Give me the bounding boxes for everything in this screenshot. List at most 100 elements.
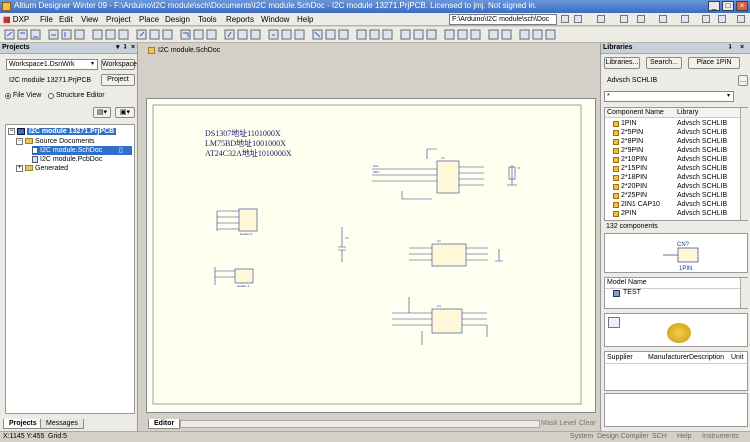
col-model-name[interactable]: Model Name xyxy=(607,279,647,286)
status-bar: X:1145 Y:455 Grid:5 System Design Compil… xyxy=(0,431,750,442)
component-row[interactable]: 2*10PIN Advsch SCHLIB xyxy=(605,156,745,165)
panel-close-icon[interactable]: × xyxy=(740,43,744,53)
print-icon[interactable] xyxy=(681,15,689,23)
menu-window[interactable]: Window xyxy=(261,15,289,24)
model-list-scrollbar[interactable] xyxy=(740,278,748,308)
home-icon[interactable] xyxy=(597,15,605,23)
project-doc-options-button[interactable]: ▤▾ xyxy=(93,107,111,118)
find-icon[interactable] xyxy=(718,15,726,23)
menu-design[interactable]: Design xyxy=(165,15,190,24)
menu-edit[interactable]: Edit xyxy=(59,15,73,24)
workspace-button[interactable]: Workspace xyxy=(101,59,137,70)
tab-projects[interactable]: Projects xyxy=(3,419,43,429)
project-options-button[interactable]: ▣▾ xyxy=(115,107,135,118)
toolbar xyxy=(0,27,750,43)
file-view-radio[interactable] xyxy=(5,93,11,99)
stop-icon[interactable] xyxy=(659,15,667,23)
workspace-dropdown[interactable]: Workspace1.DsnWrk xyxy=(6,59,98,70)
project-button[interactable]: Project xyxy=(101,74,135,86)
schematic-sheet[interactable]: SCL SDA U1 Y1 Header 4 Header 2 C1 U2 U3 DS130… xyxy=(146,98,596,413)
menu-tools[interactable]: Tools xyxy=(198,15,217,24)
tree-project[interactable]: − I2C module 13271.PrjPCB xyxy=(8,127,117,136)
document-tab[interactable]: I2C module.SchDoc xyxy=(148,46,220,56)
tab-editor[interactable]: Editor xyxy=(148,419,181,429)
component-row[interactable]: 2*25PIN Advsch SCHLIB xyxy=(605,192,745,201)
minimize-button[interactable]: _ xyxy=(708,1,720,11)
status-system[interactable]: System xyxy=(570,433,593,440)
close-button[interactable]: × xyxy=(736,1,748,11)
status-sch[interactable]: SCH xyxy=(652,433,667,440)
project-field: I2C module 13271.PrjPCB xyxy=(6,75,98,86)
collapse-icon[interactable]: − xyxy=(16,137,23,145)
col-unit[interactable]: Unit xyxy=(731,354,743,361)
panel-pin-icon[interactable]: ʇ xyxy=(124,43,126,53)
col-component-name[interactable]: Component Name xyxy=(607,109,664,116)
place-component-button[interactable]: Place 1PIN xyxy=(688,57,740,69)
component-row[interactable]: 2PIN Advsch SCHLIB xyxy=(605,210,745,219)
tree-generated[interactable]: + Generated xyxy=(16,164,68,173)
document-hscrollbar[interactable] xyxy=(180,420,540,428)
filter-field[interactable]: * xyxy=(604,91,734,102)
note-line-1: DS1307地址1101000X xyxy=(205,128,281,138)
libraries-button[interactable]: Libraries... xyxy=(604,57,640,69)
expand-icon[interactable]: + xyxy=(16,164,23,172)
help-icon[interactable] xyxy=(737,15,745,23)
menu-reports[interactable]: Reports xyxy=(226,15,254,24)
search-button[interactable]: Search... xyxy=(646,57,682,69)
refresh-icon[interactable] xyxy=(637,15,645,23)
col-supplier[interactable]: Supplier xyxy=(607,354,633,361)
col-description[interactable]: Description xyxy=(689,354,724,361)
menu-place[interactable]: Place xyxy=(139,15,159,24)
menu-project[interactable]: Project xyxy=(106,15,131,24)
tab-messages[interactable]: Messages xyxy=(40,419,84,429)
component-row[interactable]: 2*20PIN Advsch SCHLIB xyxy=(605,183,745,192)
component-row[interactable]: 2*5PIN Advsch SCHLIB xyxy=(605,129,745,138)
panel-pin-icon[interactable]: ʇ xyxy=(729,43,731,53)
favorites-icon[interactable] xyxy=(620,15,628,23)
tree-pcbdoc[interactable]: I2C module.PcbDoc xyxy=(32,155,102,164)
clear-label[interactable]: Clear xyxy=(579,420,596,427)
structure-editor-radio[interactable] xyxy=(48,93,54,99)
component-row[interactable]: 2*9PIN Advsch SCHLIB xyxy=(605,147,745,156)
mask-level-label[interactable]: Mask Level xyxy=(541,420,576,427)
filter-dropdown-arrow-icon[interactable]: ▾ xyxy=(727,92,730,99)
menu-file[interactable]: File xyxy=(40,15,53,24)
back-icon[interactable] xyxy=(561,15,569,23)
component-row[interactable]: 2IN1 CAP10 Advsch SCHLIB xyxy=(605,201,745,210)
col-library[interactable]: Library xyxy=(677,109,698,116)
status-design-compiler[interactable]: Design Compiler xyxy=(597,433,649,440)
document-path-field[interactable]: F:\Arduino\I2C module\sch\Doc xyxy=(449,14,557,25)
tree-source-documents[interactable]: − Source Documents xyxy=(16,137,95,146)
status-instruments[interactable]: Instruments xyxy=(702,433,739,440)
supplier-table: Supplier Manufacturer Description Unit xyxy=(604,351,749,391)
footprint-3d-preview xyxy=(667,323,691,343)
component-name: 2IN1 CAP10 xyxy=(621,201,660,208)
collapse-icon[interactable]: − xyxy=(8,127,15,135)
menu-help[interactable]: Help xyxy=(297,15,313,24)
library-dropdown[interactable]: Advsch SCHLIB xyxy=(604,75,734,86)
options-icon[interactable] xyxy=(702,15,710,23)
project-tree: − I2C module 13271.PrjPCB − Source Documen… xyxy=(5,124,135,414)
component-icon xyxy=(613,166,619,172)
component-row[interactable]: 2*15PIN Advsch SCHLIB xyxy=(605,165,745,174)
svg-text:Header 4: Header 4 xyxy=(240,232,253,236)
component-row[interactable]: 2*18PIN Advsch SCHLIB xyxy=(605,174,745,183)
workspace-dropdown-arrow-icon[interactable]: ▾ xyxy=(91,60,94,67)
model-item[interactable]: TEST xyxy=(623,289,641,296)
tree-schdoc[interactable]: I2C module.SchDoc ▯ xyxy=(32,146,132,155)
panel-menu-icon[interactable]: ▾ xyxy=(116,43,120,53)
menu-dxp[interactable]: ▦ DXP xyxy=(3,15,29,24)
forward-icon[interactable] xyxy=(574,15,582,23)
col-manufacturer[interactable]: Manufacturer xyxy=(648,354,689,361)
component-row[interactable]: 2*8PIN Advsch SCHLIB xyxy=(605,138,745,147)
panel-close-icon[interactable]: × xyxy=(131,43,135,53)
component-icon xyxy=(613,211,619,217)
preview-comment: 1PIN xyxy=(679,266,692,272)
library-options-button[interactable]: … xyxy=(738,75,748,86)
menu-view[interactable]: View xyxy=(81,15,98,24)
component-row[interactable]: 1PIN Advsch SCHLIB xyxy=(605,120,745,129)
status-help[interactable]: Help xyxy=(677,433,691,440)
maximize-button[interactable]: □ xyxy=(722,1,734,11)
component-name: 2*9PIN xyxy=(621,147,644,154)
component-list-scrollbar[interactable] xyxy=(740,108,748,220)
